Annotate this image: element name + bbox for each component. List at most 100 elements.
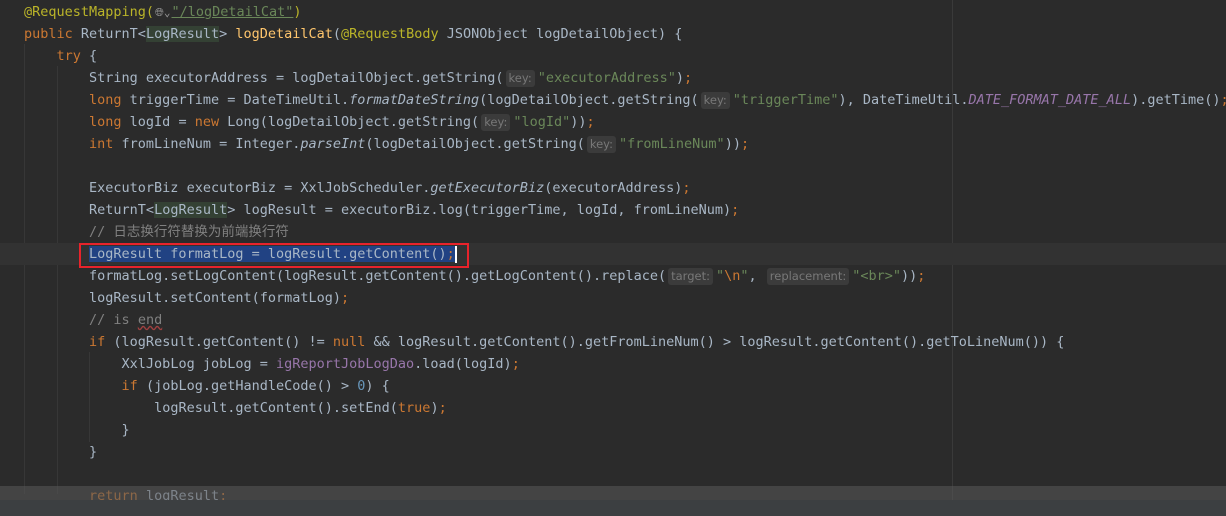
code-line[interactable]: String executorAddress = logDetailObject… [0,67,1226,89]
code-token: \n [724,268,741,284]
code-token: ; [731,202,740,218]
code-token: "<br>" [852,268,901,284]
code-line[interactable] [0,463,1226,485]
code-token: long [89,114,122,130]
code-token: LogResult [154,202,228,218]
code-line-content: ReturnT<LogResult> logResult = executorB… [89,199,739,221]
code-line-content: @RequestMapping(🌐︎⌄"/logDetailCat") [24,1,302,24]
code-token: fromLineNum = Integer. [113,136,301,152]
code-line[interactable]: @RequestMapping(🌐︎⌄"/logDetailCat") [0,1,1226,23]
code-token: XxlJobLog jobLog = [121,356,276,372]
code-token: // is [89,312,138,328]
code-token: ), DateTimeUtil. [838,92,969,108]
code-editor[interactable]: @RequestMapping(🌐︎⌄"/logDetailCat") publi… [0,0,1226,504]
code-line[interactable]: } [0,441,1226,463]
code-token: formatLog.setLogContent(logResult.getCon… [89,268,667,284]
code-token: (logResult.getContent() != [105,334,333,350]
code-token: ) { [365,378,390,394]
code-line[interactable]: formatLog.setLogContent(logResult.getCon… [0,265,1226,287]
code-line[interactable]: // 日志换行符替换为前端换行符 [0,221,1226,243]
code-token: " [740,268,749,284]
code-token: ) [430,400,439,416]
code-line[interactable]: if (jobLog.getHandleCode() > 0) { [0,375,1226,397]
code-token: formatDateString [349,92,480,108]
code-token: { [80,48,98,64]
code-token: parseInt [300,136,366,152]
code-line[interactable]: logResult.setContent(formatLog); [0,287,1226,309]
code-token: > logResult = executorBiz.log(triggerTim… [227,202,732,218]
code-token: "executorAddress" [537,70,676,86]
code-token: ; [586,114,595,130]
code-token: " [715,268,725,284]
code-token: ).getTime() [1131,92,1221,108]
code-token: Long(logDetailObject.getString( [219,114,480,130]
code-token: } [121,422,130,438]
code-token: true [397,400,431,416]
code-token: ; [1220,92,1226,108]
code-token: if [89,334,106,350]
code-line-content: logResult.setContent(formatLog); [89,287,349,309]
code-token: (executorAddress) [544,180,683,196]
code-token: try [56,48,81,64]
code-line[interactable]: if (logResult.getContent() != null && lo… [0,331,1226,353]
code-token: ; [341,290,350,306]
code-line-content: try { [57,45,98,67]
code-token: ReturnT< [80,26,146,42]
code-token: logDetailCat [235,26,333,42]
code-line[interactable]: logResult.getContent().setEnd(true); [0,397,1226,419]
code-token: ) [675,70,685,86]
code-line[interactable]: int fromLineNum = Integer.parseInt(logDe… [0,133,1226,155]
code-line[interactable]: long logId = new Long(logDetailObject.ge… [0,111,1226,133]
code-token: > [219,26,236,42]
code-line[interactable]: ExecutorBiz executorBiz = XxlJobSchedule… [0,177,1226,199]
code-line[interactable]: // is end [0,309,1226,331]
parameter-hint: target: [668,268,713,285]
code-token: long [89,92,122,108]
code-token: end [137,312,163,328]
code-line-content: public ReturnT<LogResult> logDetailCat(@… [24,23,682,45]
code-line-content: long triggerTime = DateTimeUtil.formatDa… [89,89,1226,111]
code-token: logId = [121,114,195,130]
code-token: igReportJobLogDao [275,356,415,372]
code-line-content: } [89,441,97,463]
parameter-hint: replacement: [766,268,850,285]
code-token: String executorAddress = logDetailObject… [89,70,504,86]
code-line[interactable]: XxlJobLog jobLog = igReportJobLogDao.loa… [0,353,1226,375]
code-line[interactable]: try { [0,45,1226,67]
highlight-annotation-box [79,243,469,268]
code-line[interactable]: public ReturnT<LogResult> logDetailCat(@… [0,23,1226,45]
code-token: if [121,378,138,394]
code-line[interactable] [0,155,1226,177]
code-token: null [332,334,366,350]
code-token: ReturnT< [89,202,155,218]
code-token: (jobLog.getHandleCode() > [137,378,358,394]
code-token: "fromLineNum" [619,136,725,152]
horizontal-scrollbar[interactable] [0,486,1226,500]
code-line[interactable]: ReturnT<LogResult> logResult = executorB… [0,199,1226,221]
code-token: new [194,114,220,130]
code-token: logResult.setContent(formatLog) [89,290,341,306]
code-token: public [24,26,81,42]
code-token: ; [740,136,750,152]
code-line[interactable]: } [0,419,1226,441]
code-token: triggerTime = DateTimeUtil. [121,92,350,108]
globe-icon[interactable]: 🌐︎⌄ [155,2,170,24]
code-line-content: logResult.getContent().setEnd(true); [154,397,447,419]
code-token: )) [901,268,918,284]
code-token: logResult.getContent().setEnd( [154,400,398,416]
code-token: getExecutorBiz [430,180,545,196]
code-token: ; [682,180,691,196]
code-token: .load(logId) [414,356,512,372]
code-token: )) [724,136,741,152]
code-line-content: } [122,419,130,441]
code-line-content: String executorAddress = logDetailObject… [89,67,692,89]
code-line-content: // 日志换行符替换为前端换行符 [89,221,289,243]
code-token: ; [511,356,520,372]
code-line-content: if (logResult.getContent() != null && lo… [89,331,1064,353]
parameter-hint: key: [505,70,535,87]
code-line[interactable]: long triggerTime = DateTimeUtil.formatDa… [0,89,1226,111]
code-token: int [89,136,114,152]
code-token: (logDetailObject.getString( [365,136,585,152]
code-token: ) [293,4,302,20]
code-line-content: // is end [89,309,162,331]
